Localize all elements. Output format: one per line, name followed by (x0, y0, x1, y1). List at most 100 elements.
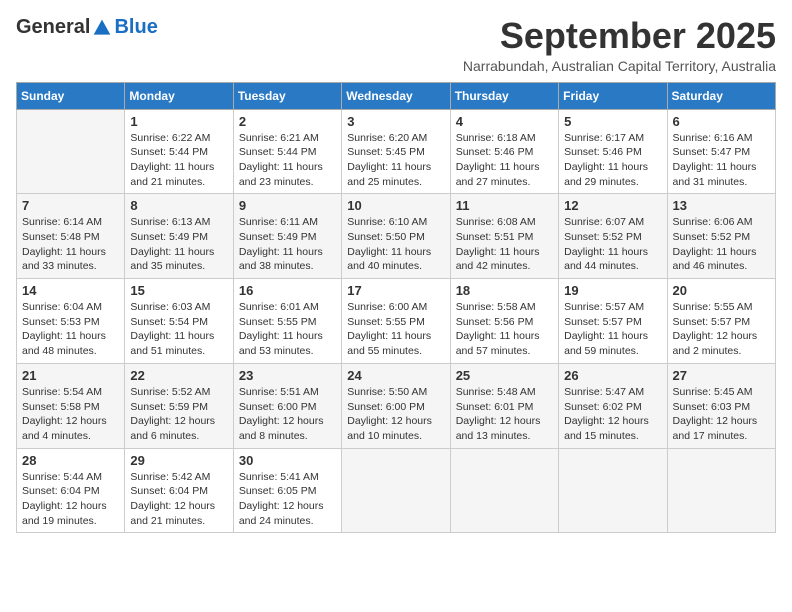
calendar-cell: 13 Sunrise: 6:06 AMSunset: 5:52 PMDayligh… (667, 194, 775, 279)
cell-text: Sunrise: 5:54 AMSunset: 5:58 PMDaylight:… (22, 385, 119, 444)
calendar-cell: 20 Sunrise: 5:55 AMSunset: 5:57 PMDayligh… (667, 279, 775, 364)
logo-blue-text: Blue (114, 16, 157, 39)
cell-text: Sunrise: 6:20 AMSunset: 5:45 PMDaylight:… (347, 131, 444, 190)
cell-text: Sunrise: 6:21 AMSunset: 5:44 PMDaylight:… (239, 131, 336, 190)
day-number: 3 (347, 114, 444, 129)
logo-general-text: General (16, 16, 90, 39)
calendar-cell: 28Sunrise: 5:44 AMSunset: 6:04 PMDayligh… (17, 448, 125, 533)
day-number: 12 (564, 198, 661, 213)
calendar-week-row: 7 Sunrise: 6:14 AMSunset: 5:48 PMDaylight… (17, 194, 776, 279)
calendar-cell: 10 Sunrise: 6:10 AMSunset: 5:50 PMDayligh… (342, 194, 450, 279)
cell-text: Sunrise: 5:48 AMSunset: 6:01 PMDaylight:… (456, 385, 553, 444)
calendar-cell (342, 448, 450, 533)
cell-text: Sunrise: 6:18 AMSunset: 5:46 PMDaylight:… (456, 131, 553, 190)
day-number: 21 (22, 368, 119, 383)
cell-text: Sunrise: 6:06 AMSunset: 5:52 PMDaylight:… (673, 215, 770, 274)
cell-text: Sunrise: 6:11 AMSunset: 5:49 PMDaylight:… (239, 215, 336, 274)
weekday-header: Wednesday (342, 82, 450, 109)
cell-text: Sunrise: 6:04 AMSunset: 5:53 PMDaylight:… (22, 300, 119, 359)
calendar-cell: 9 Sunrise: 6:11 AMSunset: 5:49 PMDaylight… (233, 194, 341, 279)
page-header: General Blue September 2025 Narrabundah,… (16, 16, 776, 74)
calendar-cell: 25 Sunrise: 5:48 AMSunset: 6:01 PMDayligh… (450, 363, 558, 448)
calendar-cell: 17Sunrise: 6:00 AMSunset: 5:55 PMDayligh… (342, 279, 450, 364)
day-number: 27 (673, 368, 770, 383)
cell-text: Sunrise: 6:16 AMSunset: 5:47 PMDaylight:… (673, 131, 770, 190)
day-number: 28 (22, 453, 119, 468)
cell-text: Sunrise: 6:01 AMSunset: 5:55 PMDaylight:… (239, 300, 336, 359)
day-number: 24 (347, 368, 444, 383)
calendar-cell: 26Sunrise: 5:47 AMSunset: 6:02 PMDayligh… (559, 363, 667, 448)
calendar-cell: 16Sunrise: 6:01 AMSunset: 5:55 PMDayligh… (233, 279, 341, 364)
day-number: 29 (130, 453, 227, 468)
calendar-cell: 14 Sunrise: 6:04 AMSunset: 5:53 PMDayligh… (17, 279, 125, 364)
logo: General Blue (16, 16, 158, 39)
calendar-cell: 7 Sunrise: 6:14 AMSunset: 5:48 PMDaylight… (17, 194, 125, 279)
day-number: 10 (347, 198, 444, 213)
cell-text: Sunrise: 6:03 AMSunset: 5:54 PMDaylight:… (130, 300, 227, 359)
calendar-cell: 24 Sunrise: 5:50 AMSunset: 6:00 PMDayligh… (342, 363, 450, 448)
calendar-body: 1 Sunrise: 6:22 AMSunset: 5:44 PMDaylight… (17, 109, 776, 533)
day-number: 9 (239, 198, 336, 213)
day-number: 14 (22, 283, 119, 298)
cell-text: Sunrise: 6:22 AMSunset: 5:44 PMDaylight:… (130, 131, 227, 190)
calendar-cell: 29Sunrise: 5:42 AMSunset: 6:04 PMDayligh… (125, 448, 233, 533)
cell-text: Sunrise: 5:58 AMSunset: 5:56 PMDaylight:… (456, 300, 553, 359)
calendar-cell: 30 Sunrise: 5:41 AMSunset: 6:05 PMDayligh… (233, 448, 341, 533)
cell-text: Sunrise: 6:10 AMSunset: 5:50 PMDaylight:… (347, 215, 444, 274)
calendar-cell: 6 Sunrise: 6:16 AMSunset: 5:47 PMDaylight… (667, 109, 775, 194)
calendar-cell (450, 448, 558, 533)
day-number: 6 (673, 114, 770, 129)
cell-text: Sunrise: 6:08 AMSunset: 5:51 PMDaylight:… (456, 215, 553, 274)
calendar-week-row: 1 Sunrise: 6:22 AMSunset: 5:44 PMDaylight… (17, 109, 776, 194)
calendar-week-row: 14 Sunrise: 6:04 AMSunset: 5:53 PMDayligh… (17, 279, 776, 364)
weekday-header: Saturday (667, 82, 775, 109)
day-number: 22 (130, 368, 227, 383)
cell-text: Sunrise: 6:13 AMSunset: 5:49 PMDaylight:… (130, 215, 227, 274)
calendar-cell: 5 Sunrise: 6:17 AMSunset: 5:46 PMDaylight… (559, 109, 667, 194)
day-number: 7 (22, 198, 119, 213)
calendar-cell (667, 448, 775, 533)
weekday-header: Friday (559, 82, 667, 109)
day-number: 23 (239, 368, 336, 383)
calendar-cell: 23Sunrise: 5:51 AMSunset: 6:00 PMDayligh… (233, 363, 341, 448)
calendar-week-row: 28Sunrise: 5:44 AMSunset: 6:04 PMDayligh… (17, 448, 776, 533)
day-number: 1 (130, 114, 227, 129)
title-block: September 2025 Narrabundah, Australian C… (463, 16, 776, 74)
logo-icon (92, 18, 112, 38)
day-number: 13 (673, 198, 770, 213)
day-number: 8 (130, 198, 227, 213)
day-number: 5 (564, 114, 661, 129)
calendar-cell (559, 448, 667, 533)
calendar-cell: 18Sunrise: 5:58 AMSunset: 5:56 PMDayligh… (450, 279, 558, 364)
calendar-cell: 1 Sunrise: 6:22 AMSunset: 5:44 PMDaylight… (125, 109, 233, 194)
day-number: 11 (456, 198, 553, 213)
day-number: 30 (239, 453, 336, 468)
calendar-cell: 27Sunrise: 5:45 AMSunset: 6:03 PMDayligh… (667, 363, 775, 448)
day-number: 26 (564, 368, 661, 383)
location-title: Narrabundah, Australian Capital Territor… (463, 58, 776, 74)
day-number: 20 (673, 283, 770, 298)
calendar-cell: 21 Sunrise: 5:54 AMSunset: 5:58 PMDayligh… (17, 363, 125, 448)
calendar-cell: 22Sunrise: 5:52 AMSunset: 5:59 PMDayligh… (125, 363, 233, 448)
calendar-cell: 15Sunrise: 6:03 AMSunset: 5:54 PMDayligh… (125, 279, 233, 364)
day-number: 25 (456, 368, 553, 383)
calendar-table: SundayMondayTuesdayWednesdayThursdayFrid… (16, 82, 776, 534)
cell-text: Sunrise: 5:41 AMSunset: 6:05 PMDaylight:… (239, 470, 336, 529)
calendar-cell: 19 Sunrise: 5:57 AMSunset: 5:57 PMDayligh… (559, 279, 667, 364)
cell-text: Sunrise: 5:55 AMSunset: 5:57 PMDaylight:… (673, 300, 770, 359)
weekday-row: SundayMondayTuesdayWednesdayThursdayFrid… (17, 82, 776, 109)
day-number: 2 (239, 114, 336, 129)
calendar-cell (17, 109, 125, 194)
calendar-header: SundayMondayTuesdayWednesdayThursdayFrid… (17, 82, 776, 109)
cell-text: Sunrise: 5:50 AMSunset: 6:00 PMDaylight:… (347, 385, 444, 444)
calendar-week-row: 21 Sunrise: 5:54 AMSunset: 5:58 PMDayligh… (17, 363, 776, 448)
calendar-cell: 4Sunrise: 6:18 AMSunset: 5:46 PMDaylight… (450, 109, 558, 194)
cell-text: Sunrise: 6:07 AMSunset: 5:52 PMDaylight:… (564, 215, 661, 274)
cell-text: Sunrise: 5:57 AMSunset: 5:57 PMDaylight:… (564, 300, 661, 359)
day-number: 17 (347, 283, 444, 298)
weekday-header: Sunday (17, 82, 125, 109)
calendar-cell: 12 Sunrise: 6:07 AMSunset: 5:52 PMDayligh… (559, 194, 667, 279)
cell-text: Sunrise: 6:17 AMSunset: 5:46 PMDaylight:… (564, 131, 661, 190)
cell-text: Sunrise: 6:14 AMSunset: 5:48 PMDaylight:… (22, 215, 119, 274)
day-number: 19 (564, 283, 661, 298)
